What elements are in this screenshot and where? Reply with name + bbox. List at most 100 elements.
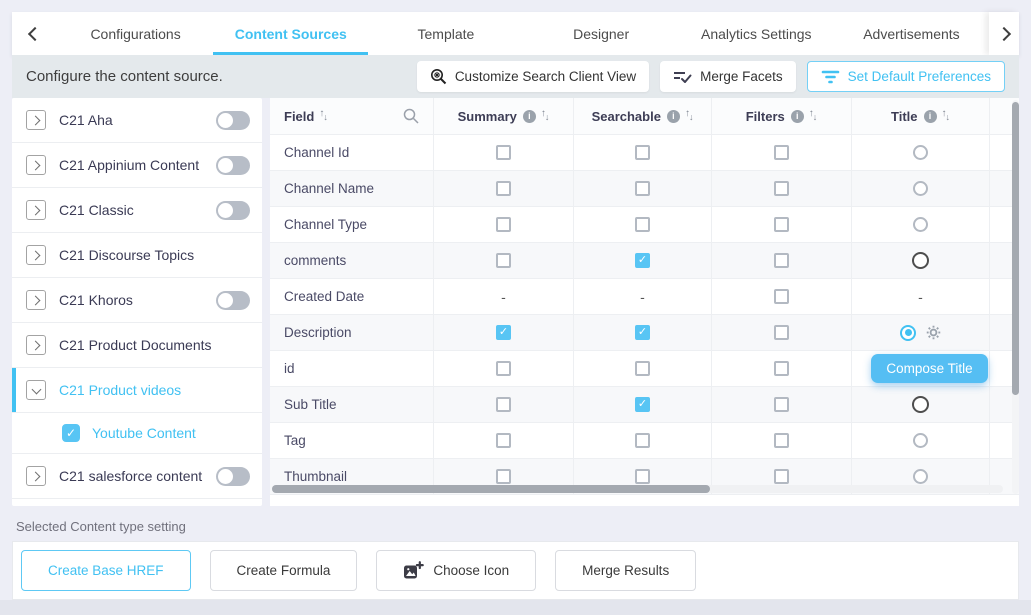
sort-icon[interactable]: ↑↓	[541, 111, 550, 122]
checkbox-unchecked[interactable]	[496, 145, 511, 160]
horizontal-scrollbar-thumb[interactable]	[272, 485, 710, 493]
checkbox-unchecked[interactable]	[635, 217, 650, 232]
radio-unselected[interactable]	[913, 433, 928, 448]
sidebar-item-c21-salesforce-content[interactable]: C21 salesforce content	[12, 454, 262, 499]
checkbox-unchecked[interactable]	[635, 469, 650, 484]
vertical-scrollbar	[1012, 100, 1019, 494]
expand-chevron-box[interactable]	[26, 245, 46, 265]
choose-icon-button[interactable]: Choose Icon	[376, 550, 536, 591]
tab-template[interactable]: Template	[368, 12, 523, 55]
tab-content-sources[interactable]: Content Sources	[213, 12, 368, 55]
sidebar-item-c21-discourse-topics[interactable]: C21 Discourse Topics	[12, 233, 262, 278]
tab-advertisements[interactable]: Advertisements	[834, 12, 989, 55]
checkbox-unchecked[interactable]	[635, 361, 650, 376]
cell-spacer	[990, 423, 1012, 458]
expand-chevron-box[interactable]	[26, 290, 46, 310]
toggle-knob	[218, 293, 233, 308]
table-row: Description✓✓	[270, 315, 1019, 351]
radio-unselected-focused[interactable]	[912, 396, 929, 413]
sidebar-item-c21-classic[interactable]: C21 Classic	[12, 188, 262, 233]
create-formula-button[interactable]: Create Formula	[210, 550, 358, 591]
checkbox-unchecked[interactable]	[496, 217, 511, 232]
expand-chevron-box[interactable]	[26, 335, 46, 355]
sort-icon[interactable]: ↑↓	[319, 111, 328, 122]
radio-unselected[interactable]	[913, 217, 928, 232]
column-header-filters[interactable]: Filtersi↑↓	[712, 98, 852, 134]
set-default-preferences-button[interactable]: Set Default Preferences	[807, 61, 1005, 92]
expand-chevron-box[interactable]	[26, 200, 46, 220]
checkbox-unchecked[interactable]	[496, 433, 511, 448]
tab-configurations[interactable]: Configurations	[58, 12, 213, 55]
checkbox-unchecked[interactable]	[774, 181, 789, 196]
checkbox-unchecked[interactable]	[774, 469, 789, 484]
column-header-searchable[interactable]: Searchablei↑↓	[574, 98, 712, 134]
sidebar-child-youtube-content[interactable]: ✓Youtube Content	[12, 413, 262, 454]
info-icon[interactable]: i	[924, 110, 937, 123]
checkbox-checked[interactable]: ✓	[635, 397, 650, 412]
field-search-button[interactable]	[403, 108, 419, 124]
tab-analytics-settings[interactable]: Analytics Settings	[679, 12, 834, 55]
expand-chevron-box[interactable]	[26, 466, 46, 486]
checkbox-unchecked[interactable]	[635, 433, 650, 448]
checkbox-unchecked[interactable]	[774, 361, 789, 376]
checkbox-unchecked[interactable]	[496, 397, 511, 412]
checkbox-unchecked[interactable]	[635, 181, 650, 196]
checkbox-unchecked[interactable]	[635, 145, 650, 160]
radio-unselected[interactable]	[913, 181, 928, 196]
checkbox-unchecked[interactable]	[774, 397, 789, 412]
title-settings-gear-button[interactable]	[926, 325, 941, 340]
customize-search-client-view-button[interactable]: Customize Search Client View	[417, 61, 649, 92]
enable-toggle[interactable]	[216, 111, 250, 130]
sidebar-item-c21-appinium-content[interactable]: C21 Appinium Content	[12, 143, 262, 188]
compose-title-tooltip-button[interactable]: Compose Title	[871, 354, 987, 383]
expand-chevron-box[interactable]	[26, 155, 46, 175]
checkbox-unchecked[interactable]	[774, 433, 789, 448]
tab-designer[interactable]: Designer	[524, 12, 679, 55]
info-icon[interactable]: i	[791, 110, 804, 123]
checkbox-unchecked[interactable]	[774, 289, 789, 304]
child-checkbox[interactable]: ✓	[62, 424, 80, 442]
checkbox-checked[interactable]: ✓	[496, 325, 511, 340]
enable-toggle[interactable]	[216, 467, 250, 486]
checkbox-unchecked[interactable]	[774, 325, 789, 340]
sidebar-item-c21-khoros[interactable]: C21 Khoros	[12, 278, 262, 323]
cell-summary	[434, 423, 574, 458]
tabs-next-button[interactable]	[989, 12, 1019, 55]
checkbox-unchecked[interactable]	[496, 469, 511, 484]
checkbox-unchecked[interactable]	[496, 253, 511, 268]
info-icon[interactable]: i	[667, 110, 680, 123]
sort-icon[interactable]: ↑↓	[942, 111, 951, 122]
radio-unselected[interactable]	[913, 469, 928, 484]
sidebar-item-c21-product-videos[interactable]: C21 Product videos	[12, 368, 262, 413]
radio-unselected-focused[interactable]	[912, 252, 929, 269]
sidebar-item-c21-aha[interactable]: C21 Aha	[12, 98, 262, 143]
checkbox-checked[interactable]: ✓	[635, 325, 650, 340]
checkbox-checked[interactable]: ✓	[635, 253, 650, 268]
checkbox-unchecked[interactable]	[496, 181, 511, 196]
column-header-field[interactable]: Field↑↓	[270, 98, 434, 134]
sidebar-item-c21-product-documents[interactable]: C21 Product Documents	[12, 323, 262, 368]
merge-facets-button[interactable]: Merge Facets	[660, 61, 796, 92]
tabs-prev-button[interactable]	[12, 12, 58, 55]
column-header-summary[interactable]: Summaryi↑↓	[434, 98, 574, 134]
enable-toggle[interactable]	[216, 201, 250, 220]
info-icon[interactable]: i	[523, 110, 536, 123]
sort-icon[interactable]: ↑↓	[809, 111, 818, 122]
sort-icon[interactable]: ↑↓	[685, 111, 694, 122]
checkbox-unchecked[interactable]	[774, 145, 789, 160]
create-base-href-button[interactable]: Create Base HREF	[21, 550, 191, 591]
expand-chevron-box[interactable]	[26, 110, 46, 130]
checkbox-unchecked[interactable]	[774, 217, 789, 232]
vertical-scrollbar-thumb[interactable]	[1012, 102, 1019, 395]
tab-label: Template	[418, 26, 475, 42]
radio-unselected[interactable]	[913, 145, 928, 160]
field-name: Created Date	[284, 289, 364, 304]
merge-results-button[interactable]: Merge Results	[555, 550, 696, 591]
enable-toggle[interactable]	[216, 156, 250, 175]
enable-toggle[interactable]	[216, 291, 250, 310]
checkbox-unchecked[interactable]	[774, 253, 789, 268]
column-header-title[interactable]: Titlei↑↓	[852, 98, 990, 134]
radio-selected[interactable]	[900, 325, 916, 341]
checkbox-unchecked[interactable]	[496, 361, 511, 376]
collapse-chevron-box[interactable]	[26, 380, 46, 400]
